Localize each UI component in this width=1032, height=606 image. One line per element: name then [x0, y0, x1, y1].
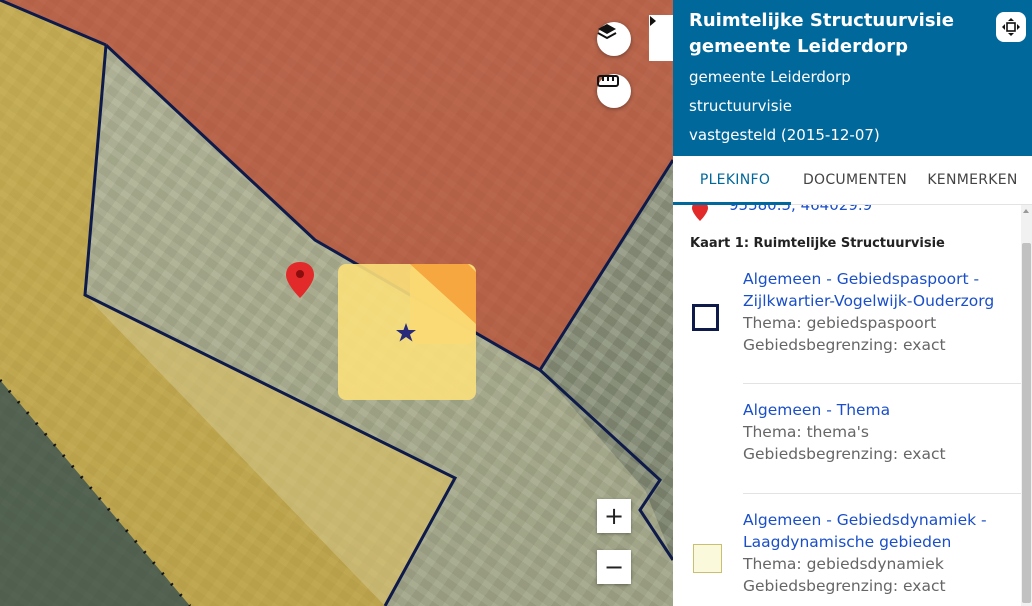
- panel-status: vastgesteld (2015-12-07): [689, 126, 880, 144]
- info-panel: Ruimtelijke Structuurvisie gemeente Leid…: [673, 0, 1032, 606]
- panel-header: Ruimtelijke Structuurvisie gemeente Leid…: [673, 0, 1032, 156]
- panel-scrollbar[interactable]: [1021, 205, 1032, 606]
- coordinates-link[interactable]: 95580.5, 464029.9: [729, 205, 872, 214]
- panel-title: Ruimtelijke Structuurvisie gemeente Leid…: [689, 10, 954, 57]
- result-title-link[interactable]: Algemeen - Gebiedsdynamiek -: [743, 509, 1021, 531]
- legend-yellow-square: [693, 544, 722, 573]
- map-view[interactable]: + −: [0, 0, 673, 606]
- tab-documenten[interactable]: DOCUMENTEN: [797, 156, 913, 204]
- layers-icon: [597, 24, 617, 40]
- result-title-link-cont[interactable]: Laagdynamische gebieden: [743, 531, 1021, 553]
- ruler-icon: [597, 75, 619, 87]
- result-divider: [743, 493, 1021, 494]
- zoom-in-button[interactable]: +: [597, 499, 631, 533]
- tab-bar: PLEKINFO DOCUMENTEN KENMERKEN: [673, 156, 1032, 205]
- location-pin-icon: [692, 205, 708, 221]
- map-overlays: [0, 0, 673, 606]
- result-begrenzing: Gebiedsbegrenzing: exact: [743, 577, 946, 595]
- result-thema: Thema: thema's: [743, 423, 869, 441]
- result-title-link[interactable]: Algemeen - Thema: [743, 399, 1021, 421]
- zoom-out-button[interactable]: −: [597, 550, 631, 584]
- panel-plan-type: structuurvisie: [689, 97, 792, 115]
- result-thema: Thema: gebiedspaspoort: [743, 314, 937, 332]
- collapse-panel-button[interactable]: [649, 15, 673, 61]
- scroll-up-arrow-icon[interactable]: [1023, 209, 1029, 213]
- legend-outline-square: [692, 304, 719, 331]
- result-title-link-cont[interactable]: Zijlkwartier-Vogelwijk-Ouderzorg: [743, 290, 1021, 312]
- result-item-gebiedspaspoort: Algemeen - Gebiedspaspoort - Zijlkwartie…: [743, 268, 1021, 356]
- result-divider: [743, 383, 1021, 384]
- result-begrenzing: Gebiedsbegrenzing: exact: [743, 336, 946, 354]
- chevron-right-icon: [650, 16, 656, 26]
- plekinfo-content: 95580.5, 464029.9 Kaart 1: Ruimtelijke S…: [673, 205, 1032, 606]
- result-item-thema: Algemeen - Thema Thema: thema's Gebiedsb…: [743, 399, 1021, 465]
- result-begrenzing: Gebiedsbegrenzing: exact: [743, 445, 946, 463]
- tab-plekinfo[interactable]: PLEKINFO: [673, 156, 797, 204]
- panel-municipality: gemeente Leiderdorp: [689, 68, 851, 86]
- map-section-label: Kaart 1: Ruimtelijke Structuurvisie: [690, 236, 945, 251]
- result-title-link[interactable]: Algemeen - Gebiedspaspoort -: [743, 268, 1021, 290]
- result-item-gebiedsdynamiek: Algemeen - Gebiedsdynamiek - Laagdynamis…: [743, 509, 1021, 597]
- expand-icon: [1002, 18, 1020, 36]
- result-thema: Thema: gebiedsdynamiek: [743, 555, 944, 573]
- expand-button[interactable]: [996, 12, 1026, 42]
- measure-button[interactable]: [597, 74, 631, 108]
- layers-button[interactable]: [597, 22, 631, 56]
- tab-kenmerken[interactable]: KENMERKEN: [913, 156, 1032, 204]
- scrollbar-thumb[interactable]: [1022, 243, 1031, 603]
